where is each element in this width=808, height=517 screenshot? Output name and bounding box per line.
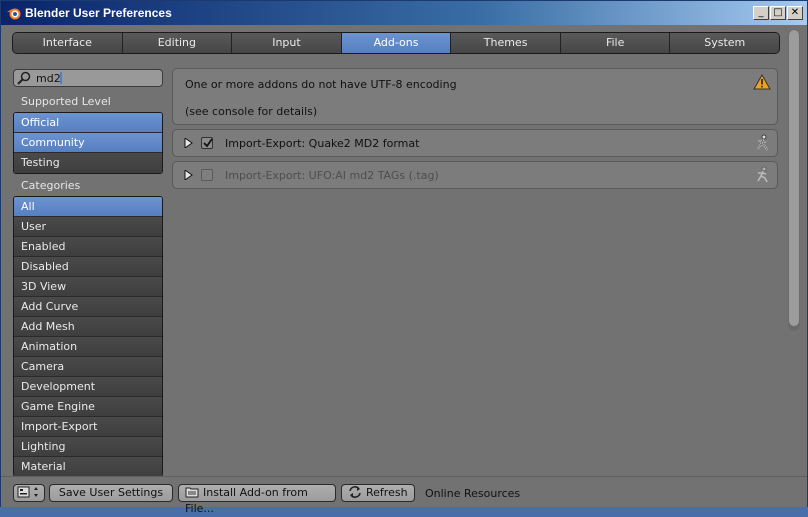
- addon-search-input[interactable]: md2: [13, 69, 163, 87]
- category-lighting[interactable]: Lighting: [14, 437, 162, 457]
- category-all[interactable]: All: [14, 197, 162, 217]
- expand-arrow-icon[interactable]: [183, 170, 193, 180]
- folder-icon: [185, 487, 199, 498]
- category-game-engine[interactable]: Game Engine: [14, 397, 162, 417]
- vertical-scrollbar[interactable]: [788, 29, 800, 331]
- bottom-toolbar: Save User Settings Install Add-on from F…: [1, 476, 807, 515]
- scrollbar-thumb[interactable]: [789, 30, 799, 326]
- addon-enable-checkbox[interactable]: [201, 169, 213, 181]
- category-development[interactable]: Development: [14, 377, 162, 397]
- user-addon-running-icon: [757, 134, 768, 151]
- close-button[interactable]: ✕: [787, 6, 803, 20]
- category-animation[interactable]: Animation: [14, 337, 162, 357]
- addon-row[interactable]: Import-Export: UFO:AI md2 TAGs (.tag): [172, 161, 778, 189]
- level-testing[interactable]: Testing: [14, 153, 162, 173]
- category-add-curve[interactable]: Add Curve: [14, 297, 162, 317]
- tab-input[interactable]: Input: [231, 33, 341, 53]
- preferences-content: Interface Editing Input Add-ons Themes F…: [1, 25, 807, 515]
- window-title: Blender User Preferences: [25, 6, 172, 20]
- blender-logo-icon: [7, 8, 21, 20]
- tab-editing[interactable]: Editing: [121, 33, 232, 53]
- category-user[interactable]: User: [14, 217, 162, 237]
- minimize-button[interactable]: _: [753, 6, 769, 20]
- online-resources-link[interactable]: Online Resources: [425, 487, 520, 500]
- category-enabled[interactable]: Enabled: [14, 237, 162, 257]
- category-add-mesh[interactable]: Add Mesh: [14, 317, 162, 337]
- addon-row[interactable]: Import-Export: Quake2 MD2 format: [172, 129, 778, 157]
- editor-type-selector[interactable]: [13, 484, 45, 502]
- category-disabled[interactable]: Disabled: [14, 257, 162, 277]
- expand-arrow-icon[interactable]: [183, 138, 193, 148]
- preferences-window: Blender User Preferences _ □ ✕ Interface…: [0, 0, 808, 515]
- user-addon-running-icon: [757, 166, 768, 183]
- install-addon-label: Install Add-on from File...: [185, 486, 308, 515]
- categories-list: All User Enabled Disabled 3D View Add Cu…: [13, 196, 163, 477]
- level-official[interactable]: Official: [14, 113, 162, 133]
- tab-bar: Interface Editing Input Add-ons Themes F…: [12, 32, 780, 54]
- refresh-icon: [349, 486, 361, 498]
- encoding-warning-panel: One or more addons do not have UTF-8 enc…: [172, 68, 778, 125]
- tab-add-ons[interactable]: Add-ons: [340, 33, 451, 53]
- warning-details: (see console for details): [185, 105, 318, 118]
- refresh-button[interactable]: Refresh: [341, 484, 415, 502]
- maximize-button[interactable]: □: [770, 6, 786, 20]
- warning-message: One or more addons do not have UTF-8 enc…: [185, 78, 457, 91]
- tab-themes[interactable]: Themes: [450, 33, 560, 53]
- addon-name: Import-Export: UFO:AI md2 TAGs (.tag): [225, 169, 439, 182]
- text-caret: [60, 72, 62, 84]
- level-community[interactable]: Community: [14, 133, 162, 153]
- category-import-export[interactable]: Import-Export: [14, 417, 162, 437]
- addon-enable-checkbox[interactable]: [201, 137, 213, 149]
- install-addon-button[interactable]: Install Add-on from File...: [178, 484, 336, 515]
- tab-system[interactable]: System: [669, 33, 779, 53]
- category-3d-view[interactable]: 3D View: [14, 277, 162, 297]
- title-bar[interactable]: Blender User Preferences _ □ ✕: [1, 1, 807, 25]
- save-user-settings-button[interactable]: Save User Settings: [49, 484, 173, 502]
- supported-level-list: Official Community Testing: [13, 112, 163, 174]
- preferences-editor-icon: [17, 486, 38, 498]
- tab-file[interactable]: File: [559, 33, 670, 53]
- warning-icon: [753, 74, 771, 90]
- supported-level-label: Supported Level: [21, 95, 111, 108]
- category-material[interactable]: Material: [14, 457, 162, 476]
- search-icon: [17, 71, 31, 85]
- refresh-label: Refresh: [366, 486, 408, 499]
- tab-interface[interactable]: Interface: [13, 33, 122, 53]
- addon-name: Import-Export: Quake2 MD2 format: [225, 137, 420, 150]
- category-camera[interactable]: Camera: [14, 357, 162, 377]
- checkmark-icon: [203, 138, 213, 148]
- categories-label: Categories: [21, 179, 81, 192]
- search-value: md2: [36, 72, 61, 85]
